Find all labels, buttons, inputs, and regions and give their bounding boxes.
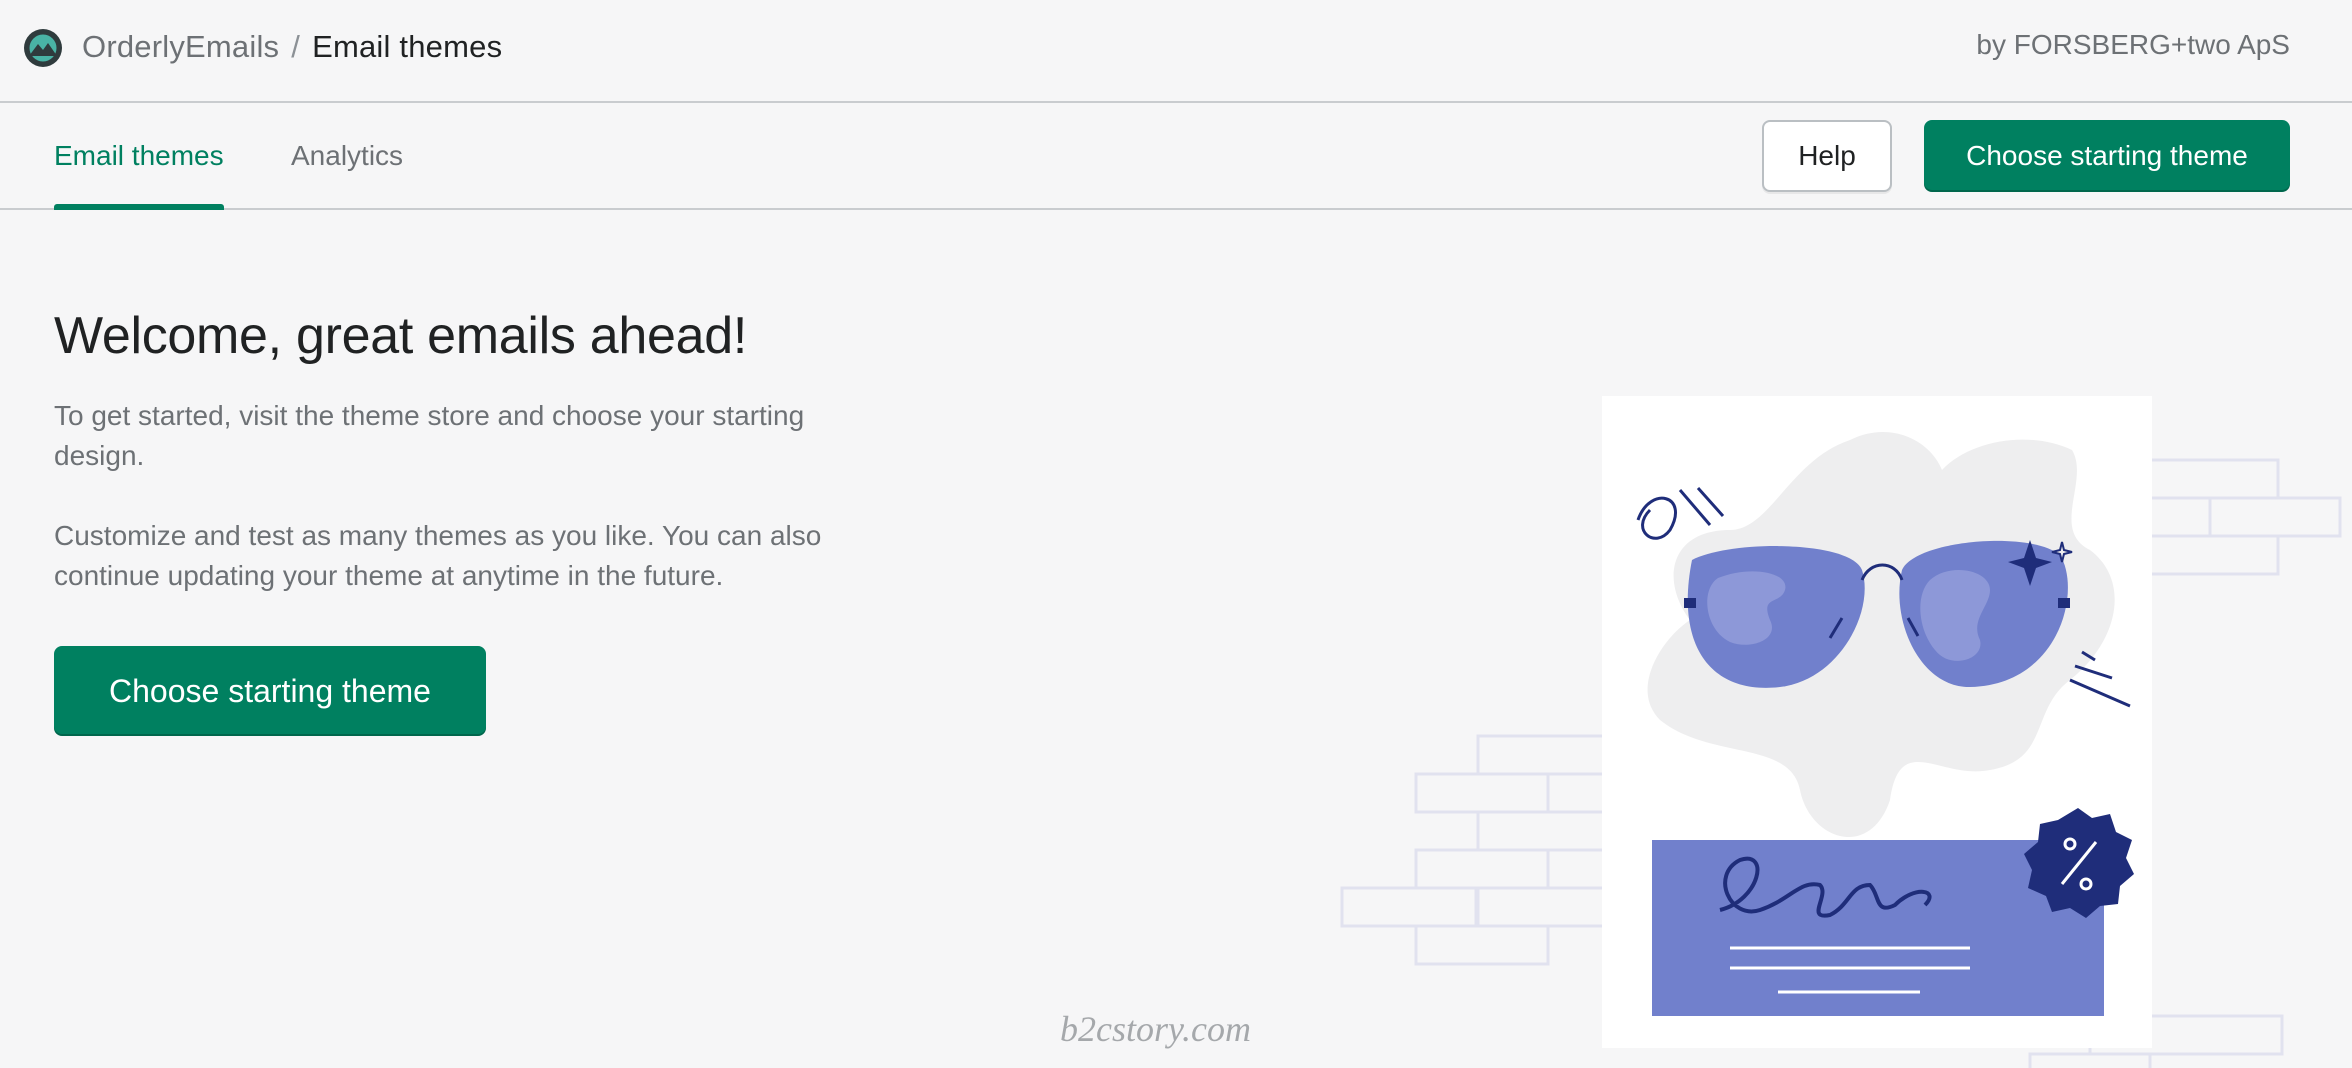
orderlyemails-logo-icon[interactable] [23, 28, 63, 68]
breadcrumb-separator: / [291, 29, 301, 64]
vendor-label: by FORSBERG+two ApS [1976, 29, 2290, 60]
tab-analytics[interactable]: Analytics [291, 103, 403, 208]
help-button[interactable]: Help [1762, 120, 1892, 192]
intro-paragraph: To get started, visit the theme store an… [54, 400, 805, 471]
breadcrumb-app-name[interactable]: OrderlyEmails [82, 29, 279, 65]
tab-bar: Email themes Analytics Help Choose start… [0, 103, 2352, 210]
tab-email-themes[interactable]: Email themes [54, 103, 224, 210]
app-header: OrderlyEmails / Email themes by FORSBERG… [0, 0, 2352, 103]
page-title: Welcome, great emails ahead! [54, 307, 747, 365]
breadcrumb: OrderlyEmails / Email themes [82, 27, 502, 67]
choose-starting-theme-button[interactable]: Choose starting theme [54, 646, 486, 736]
header-choose-starting-theme-button[interactable]: Choose starting theme [1924, 120, 2290, 192]
watermark: b2cstory.com [1060, 1009, 1251, 1049]
sunglasses-email-illustration [1340, 396, 2342, 1068]
customize-paragraph: Customize and test as many themes as you… [54, 520, 822, 591]
breadcrumb-current-page: Email themes [312, 29, 503, 64]
